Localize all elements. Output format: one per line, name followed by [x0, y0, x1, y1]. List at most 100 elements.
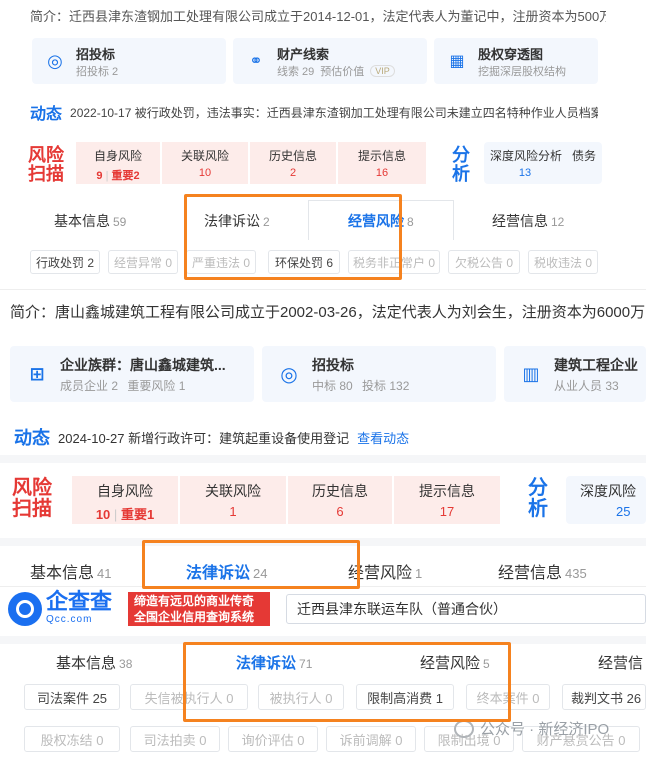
slogan-line: 缔造有远见的商业传奇: [134, 594, 255, 608]
bid-count: 投标 132: [362, 378, 410, 393]
analysis-count: 25: [616, 504, 631, 519]
risk-tips[interactable]: 提示信息 17: [394, 476, 500, 524]
chip-equity-freeze[interactable]: 股权冻结 0: [24, 726, 120, 752]
tab-label: 经营信息: [492, 213, 548, 229]
target-icon: ◎: [280, 363, 298, 386]
card-title: 招投标: [312, 356, 354, 373]
chip-judicial-cases[interactable]: 司法案件 25: [24, 684, 120, 710]
risk-label-line: 风险: [12, 477, 52, 499]
risk-related[interactable]: 关联风险 10: [162, 142, 248, 184]
slogan-line: 全国企业信用查询系统: [134, 610, 255, 624]
important-risk: 重要风险 1: [127, 378, 186, 393]
dynamic-label: 动态: [14, 428, 50, 448]
qcc-logo-domain: Qcc.com: [46, 614, 93, 625]
analysis-label-line: 分: [528, 477, 548, 499]
risk-related[interactable]: 关联风险 1: [180, 476, 286, 524]
dynamic-text[interactable]: 2022-10-17 被行政处罚，违法事实：迁西县津东渣钢加工处理有限公司未建立…: [70, 104, 598, 121]
divider: [0, 289, 646, 290]
risk-label-line: 扫描: [12, 498, 52, 520]
dynamic-row: 动态 2022-10-17 被行政处罚，违法事实：迁西县津东渣钢加工处理有限公司…: [30, 100, 598, 124]
risk-important: 重要1: [120, 507, 155, 522]
risk-title: 提示信息: [419, 483, 475, 499]
risk-count: 17: [439, 504, 455, 519]
card-construction[interactable]: ▥ 建筑工程企业 从业人员 33: [504, 346, 646, 402]
analysis-extra: 债务: [572, 149, 597, 163]
chip-abnormal[interactable]: 经营异常 0: [108, 250, 178, 274]
view-dynamic-link[interactable]: 查看动态: [357, 428, 409, 447]
analysis-label: 分 析: [528, 478, 548, 520]
chip-admin-penalty[interactable]: 行政处罚 2: [30, 250, 100, 274]
card-title: 企业族群：唐山鑫城建筑...: [60, 356, 226, 373]
risk-count: 9: [96, 170, 103, 182]
card-bidding[interactable]: ◎ 招投标 招投标 2: [32, 38, 226, 84]
risk-important: 重要2: [111, 170, 140, 182]
clue-count: 线索 29: [277, 65, 315, 78]
highlight-box-1: [184, 194, 402, 280]
tab-label: 经营信息: [498, 565, 563, 582]
tab-basic-info[interactable]: 基本信息 38: [56, 652, 132, 673]
card-title: 财产线索: [277, 46, 330, 62]
risk-self[interactable]: 自身风险 10 | 重要1: [72, 476, 178, 524]
tab-basic-info[interactable]: 基本信息 41: [30, 559, 111, 583]
card-sub: 挖掘深层股权结构: [478, 65, 566, 78]
tab-count: 59: [113, 215, 127, 229]
chip-price-inquiry[interactable]: 询价评估 0: [228, 726, 318, 752]
risk-count: 6: [336, 504, 344, 519]
risk-title: 提示信息: [357, 149, 406, 163]
dynamic-row: 动态 2024-10-27 新增行政许可：建筑起重设备使用登记 查看动态: [14, 424, 634, 450]
tab-count: 435: [565, 566, 587, 581]
risk-label-line: 扫描: [28, 163, 64, 184]
tab-business-info[interactable]: 经营信息 435: [498, 559, 587, 583]
tab-label: 基本信息: [56, 655, 117, 672]
deep-risk-analysis[interactable]: 深度风险分析 债务 13: [484, 142, 602, 184]
card-enterprise-group[interactable]: ⊞ 企业族群：唐山鑫城建筑... 成员企业 2 重要风险 1: [10, 346, 254, 402]
card-sub: 线索 29 预估价值 VIP: [277, 63, 395, 79]
estimated-value: 预估价值: [320, 65, 365, 78]
chip-tax-violation[interactable]: 税收违法 0: [528, 250, 598, 274]
analysis-count: 13: [518, 167, 532, 179]
risk-title: 关联风险: [205, 483, 261, 499]
building-icon: ▥: [522, 363, 540, 384]
tab-basic-info[interactable]: 基本信息 59: [54, 211, 126, 231]
risk-title: 自身风险: [97, 483, 153, 499]
card-sub: 中标 80 投标 132: [312, 377, 409, 394]
won-count: 中标 80: [312, 378, 353, 393]
highlight-box-2: [142, 540, 360, 589]
tab-business-info[interactable]: 经营信息 12: [492, 211, 564, 231]
link-icon: ⚭: [249, 53, 263, 70]
search-input[interactable]: [286, 594, 646, 624]
risk-title: 关联风险: [180, 149, 229, 163]
company-intro: 简介：唐山鑫城建筑工程有限公司成立于2002-03-26，法定代表人为刘会生，注…: [10, 304, 646, 321]
card-equity-graph[interactable]: ▦ 股权穿透图 挖掘深层股权结构: [434, 38, 598, 84]
card-bidding[interactable]: ◎ 招投标 中标 80 投标 132: [262, 346, 496, 402]
risk-history[interactable]: 历史信息 6: [288, 476, 392, 524]
dynamic-label: 动态: [30, 106, 63, 123]
risk-count: 1: [229, 504, 237, 519]
vip-badge: VIP: [370, 64, 395, 77]
card-property-clues[interactable]: ⚭ 财产线索 线索 29 预估价值 VIP: [233, 38, 427, 84]
tab-business-info[interactable]: 经营信: [598, 652, 643, 673]
risk-title: 历史信息: [268, 149, 317, 163]
risk-scan-label: 风险 扫描: [12, 478, 52, 520]
analysis-label-line: 分: [452, 145, 470, 165]
deep-risk-analysis[interactable]: 深度风险 25: [566, 476, 646, 524]
dynamic-text[interactable]: 2024-10-27 新增行政许可：建筑起重设备使用登记: [58, 428, 349, 447]
card-sub: 成员企业 2 重要风险 1: [60, 377, 226, 394]
chip-pre-litigation[interactable]: 诉前调解 0: [326, 726, 416, 752]
risk-values: 9 | 重要2: [96, 170, 140, 182]
risk-history[interactable]: 历史信息 2: [250, 142, 336, 184]
tab-count: 1: [415, 566, 423, 581]
member-count: 成员企业 2: [60, 378, 119, 393]
risk-tips[interactable]: 提示信息 16: [338, 142, 426, 184]
chip-judgments[interactable]: 裁判文书 26: [562, 684, 646, 710]
analysis-label-line: 析: [528, 498, 548, 520]
analysis-title-row: 深度风险分析 债务: [490, 147, 602, 164]
tab-count: 38: [119, 657, 133, 671]
risk-scan-label: 风险 扫描: [28, 146, 64, 184]
risk-self[interactable]: 自身风险 9 | 重要2: [76, 142, 160, 184]
chip-judicial-auction[interactable]: 司法拍卖 0: [130, 726, 220, 752]
chip-tax-arrears[interactable]: 欠税公告 0: [448, 250, 520, 274]
risk-count: 10: [198, 167, 212, 179]
tab-label: 基本信息: [30, 565, 95, 582]
risk-count: 2: [289, 167, 297, 179]
